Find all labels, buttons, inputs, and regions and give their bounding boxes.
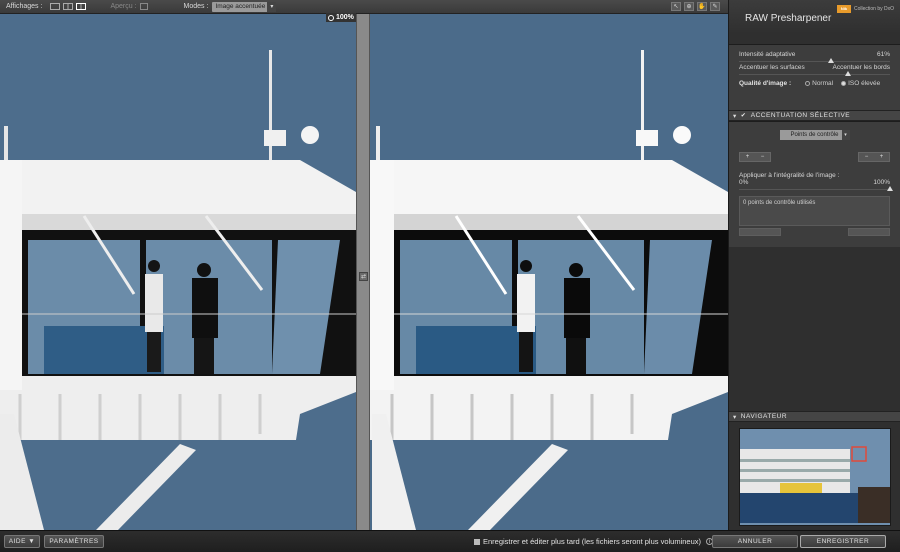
list-action-right-button[interactable]: [848, 228, 890, 236]
selective-title: ACCENTUATION SÉLECTIVE: [750, 112, 851, 119]
nik-logo: Nik: [836, 5, 851, 13]
control-points-select[interactable]: Points de contrôle ▾: [779, 130, 850, 140]
quality-iso-label: ISO élevée: [848, 80, 881, 87]
save-later-option[interactable]: Enregistrer et éditer plus tard (les fic…: [474, 537, 714, 546]
settings-panel: RAW Presharpener Nik Collection by DxO I…: [728, 0, 900, 530]
parameters-button[interactable]: PARAMÈTRES: [44, 535, 104, 548]
hand-icon[interactable]: ✋: [697, 2, 707, 11]
quality-iso-radio[interactable]: [841, 81, 847, 86]
save-button[interactable]: ENREGISTRER: [800, 535, 886, 548]
ship-thumbnail-image: [740, 429, 890, 525]
navigator-thumbnail[interactable]: [739, 428, 891, 526]
points-used-text: 0 points de contrôle utilisés: [743, 200, 816, 206]
brand-text: Collection by DxO: [853, 6, 894, 12]
plus-icon: +: [745, 154, 750, 160]
view-single-button[interactable]: [50, 3, 61, 10]
selective-sharpening-header[interactable]: ▾ ✔ ACCENTUATION SÉLECTIVE: [729, 110, 900, 121]
cursor-icon[interactable]: ↖: [671, 2, 681, 11]
remove-control-point-button[interactable]: − +: [858, 152, 890, 162]
ship-bridge-image-right: [370, 14, 728, 530]
toolbar-icons: ↖ ⊕ ✋ ✎: [671, 2, 720, 11]
brand: Nik Collection by DxO: [836, 5, 894, 13]
collapse-arrow-icon[interactable]: ▾: [733, 112, 737, 120]
edges-label: Accentuer les bords: [832, 64, 890, 71]
control-points-select-value: Points de contrôle: [790, 132, 839, 138]
save-later-checkbox[interactable]: [474, 538, 480, 545]
apply-slider[interactable]: [739, 186, 893, 191]
panel-title: RAW Presharpener: [745, 13, 832, 24]
apply-label: Appliquer à l'intégralité de l'image :: [739, 172, 840, 179]
intensity-slider[interactable]: [739, 58, 890, 63]
view-split-button[interactable]: [63, 3, 74, 10]
navigator-header[interactable]: ▾ NAVIGATEUR: [729, 411, 900, 422]
save-later-label: Enregistrer et éditer plus tard (les fic…: [483, 537, 702, 546]
control-point-buttons: + − − +: [739, 152, 890, 162]
intensity-slider-knob[interactable]: [828, 58, 834, 63]
intensity-label: Intensité adaptative: [739, 51, 796, 58]
mode-select[interactable]: Image accentuée ▾: [212, 1, 277, 12]
app-window: Affichages : Aperçu : Modes : Image acce…: [0, 0, 900, 552]
apply-slider-knob[interactable]: [887, 186, 893, 191]
affichages-label: Affichages :: [6, 3, 43, 10]
minus-icon: −: [760, 154, 765, 160]
quality-normal-radio[interactable]: [805, 81, 811, 86]
cancel-button[interactable]: ANNULER: [712, 535, 798, 548]
list-action-left-button[interactable]: [739, 228, 781, 236]
pane-divider[interactable]: ⇄: [356, 14, 370, 530]
help-button[interactable]: AIDE ▼: [4, 535, 40, 548]
zoom-icon[interactable]: ⊕: [684, 2, 694, 11]
apply-range-row: 0% 100%: [739, 179, 890, 186]
modes-label: Modes :: [183, 3, 209, 10]
apercu-label: Aperçu :: [110, 3, 137, 10]
plus-icon: +: [879, 154, 884, 160]
top-toolbar: Affichages : Aperçu : Modes : Image acce…: [0, 0, 728, 14]
control-points-list[interactable]: 0 points de contrôle utilisés: [739, 196, 890, 226]
global-settings-section: Intensité adaptative 61% Accentuer les s…: [729, 44, 900, 110]
mode-select-value: Image accentuée: [215, 3, 266, 10]
chevron-down-icon: ▾: [267, 1, 277, 12]
checkmark-icon[interactable]: ✔: [741, 113, 747, 119]
zoom-level: 100%: [336, 14, 354, 21]
surfaces-edges-row: Accentuer les surfaces Accentuer les bor…: [739, 64, 890, 71]
apply-min: 0%: [739, 179, 749, 186]
preview-toggle-icon[interactable]: [139, 3, 148, 10]
surfaces-edges-slider-knob[interactable]: [845, 71, 851, 76]
intensity-value: 61%: [876, 51, 890, 58]
view-side-by-side-button[interactable]: [76, 3, 87, 10]
eyedropper-icon[interactable]: ✎: [710, 2, 720, 11]
preview-pane-sharpened[interactable]: [370, 14, 728, 530]
minus-icon: −: [864, 154, 869, 160]
chevron-down-icon: ▾: [841, 130, 850, 140]
apply-max: 100%: [873, 179, 890, 186]
intensity-row: Intensité adaptative 61%: [739, 51, 890, 58]
panel-header: RAW Presharpener Nik Collection by DxO: [729, 0, 900, 32]
list-action-buttons: [739, 228, 890, 236]
preview-pane-original[interactable]: [0, 14, 356, 530]
quality-normal-label: Normal: [812, 80, 834, 87]
swap-arrows-icon[interactable]: ⇄: [359, 272, 368, 281]
quality-label: Qualité d'image :: [739, 80, 792, 87]
quality-row: Qualité d'image : Normal ISO élevée: [739, 80, 890, 87]
selective-sharpening-section: Points de contrôle ▾ + − − + Appliquer à l…: [729, 121, 900, 247]
ship-bridge-image-left: [0, 14, 356, 530]
surfaces-edges-slider[interactable]: [739, 71, 890, 76]
bottom-bar: AIDE ▼ PARAMÈTRES Enregistrer et éditer …: [0, 530, 900, 552]
surfaces-label: Accentuer les surfaces: [739, 64, 805, 71]
magnifier-icon: [328, 14, 334, 21]
add-control-point-button[interactable]: + −: [739, 152, 771, 162]
navigator-title: NAVIGATEUR: [740, 413, 788, 420]
zoom-indicator[interactable]: 100%: [326, 13, 356, 22]
collapse-arrow-icon[interactable]: ▾: [733, 413, 737, 421]
